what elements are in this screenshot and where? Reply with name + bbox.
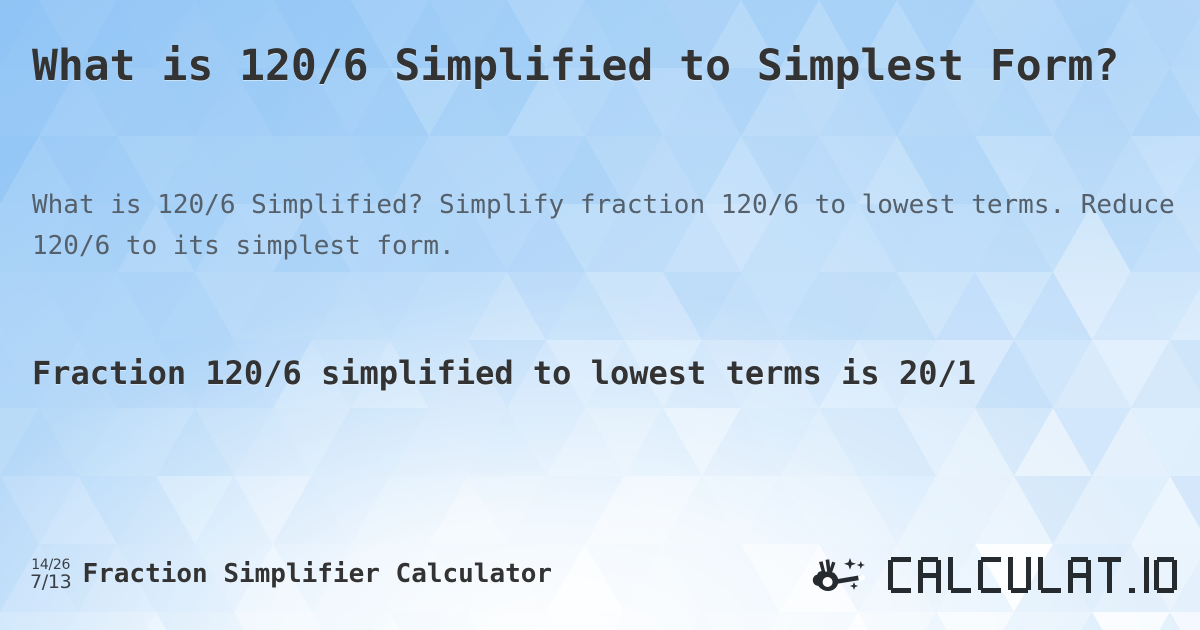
simplified-result-text: Fraction 120/6 simplified to lowest term… — [32, 354, 977, 392]
hand-holding-magic-wand-icon — [812, 558, 866, 591]
page-subtitle: What is 120/6 Simplified? Simplify fract… — [32, 190, 1175, 262]
fraction-icon-output: 7/13 — [30, 571, 72, 593]
site-logo[interactable] — [810, 550, 1182, 600]
page-title: What is 120/6 Simplified to Simplest For… — [32, 41, 1120, 91]
fraction-icon: 14/26 7/13 — [30, 556, 72, 593]
calculatio-wordmark — [888, 557, 1177, 593]
fraction-icon-input: 14/26 — [31, 557, 71, 573]
footer-calculator-name: Fraction Simplifier Calculator — [82, 559, 553, 589]
share-card: What is 120/6 Simplified to Simplest For… — [0, 0, 1200, 630]
footer: 14/26 7/13 Fraction Simplifier Calculato… — [0, 548, 1200, 608]
footer-brand: 14/26 7/13 Fraction Simplifier Calculato… — [30, 548, 552, 600]
